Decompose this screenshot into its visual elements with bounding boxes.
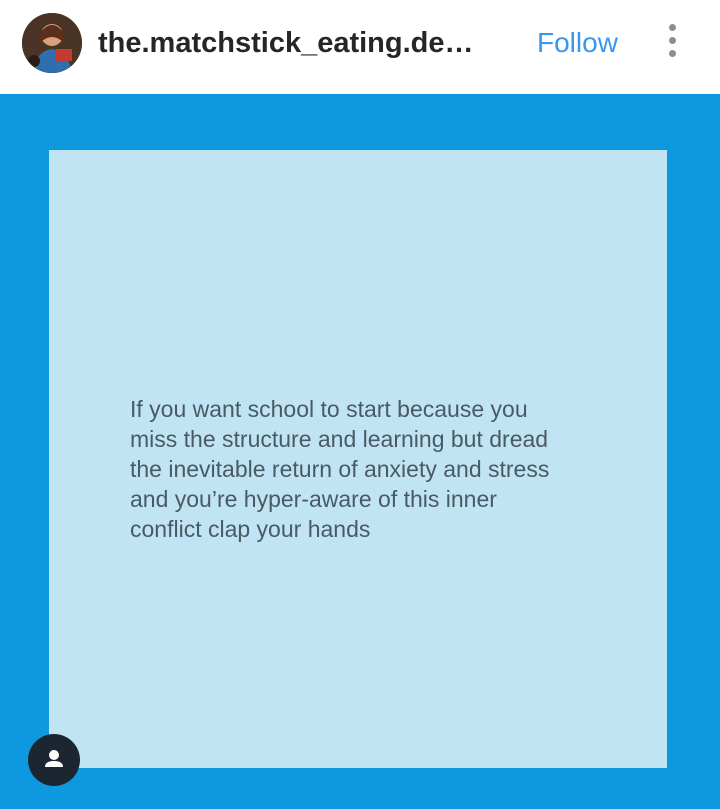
username[interactable]: the.matchstick_eating.demi...	[98, 26, 478, 60]
more-dot	[668, 24, 676, 31]
more-dot	[668, 37, 676, 44]
person-icon	[45, 750, 63, 767]
avatar-image	[22, 13, 82, 73]
more-dot	[668, 50, 676, 57]
quote-text: If you want school to start because you …	[130, 396, 550, 542]
profile-avatar[interactable]	[22, 13, 82, 73]
follow-button[interactable]: Follow	[537, 26, 618, 60]
more-options-icon[interactable]	[660, 24, 684, 64]
post-header: the.matchstick_eating.demi... Follow	[0, 0, 720, 94]
post-image[interactable]: If you want school to start because you …	[0, 94, 720, 809]
user-tag-icon[interactable]	[28, 734, 80, 786]
quote-card: If you want school to start because you …	[49, 150, 667, 768]
